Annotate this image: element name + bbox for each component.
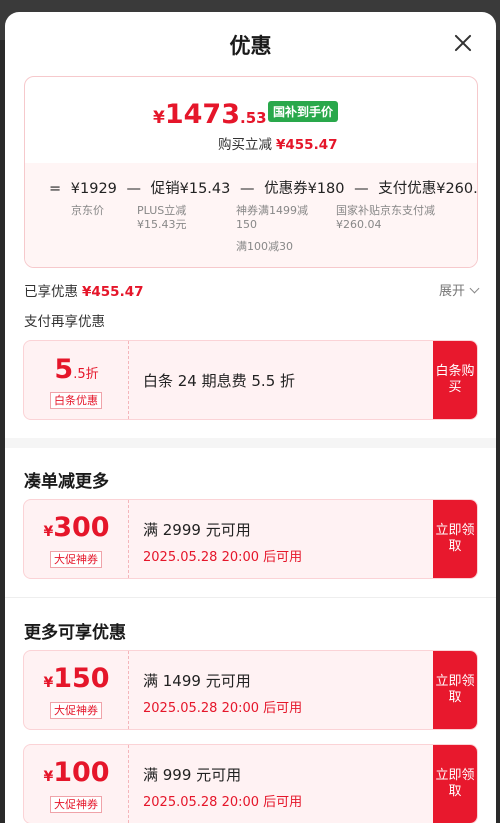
pay-again-label: 支付再享优惠 [24, 314, 105, 330]
coupon-currency: ¥ [43, 769, 54, 785]
formula-minus: — [354, 181, 369, 197]
coupon-chip: 大促神券 [50, 702, 102, 719]
formula-equals: = [49, 181, 62, 197]
coupon-value: 100 [53, 757, 110, 788]
price-formula: = ¥1929 — 促销¥15.43 — 优惠券¥180 — 支付优惠¥260.… [49, 177, 478, 198]
coupon-time: 2025.05.28 20:00 后可用 [143, 550, 303, 565]
formula-minus: — [239, 181, 255, 197]
coupon-note: 神券满1499减 150 满100减30 [236, 204, 308, 254]
sheet-header: 优惠 [5, 12, 496, 74]
coupon-title: 满 2999 元可用 [143, 521, 251, 539]
baitiao-title: 白条 24 期息费 5.5 折 [143, 372, 296, 390]
close-icon[interactable] [452, 32, 474, 54]
pay-note: 国家补贴京东支付减 ¥260.04 [336, 204, 435, 232]
section-title-more-reduction: 凑单减更多 [24, 472, 109, 492]
expand-label: 展开 [438, 284, 465, 299]
coupon-info: 满 1499 元可用 2025.05.28 20:00 后可用 [129, 651, 433, 729]
reduction-amount: ¥455.47 [276, 137, 338, 153]
coupon-amount: ¥100 [24, 757, 129, 788]
expand-toggle[interactable]: 展开 [438, 280, 480, 299]
formula-jd-price: ¥1929 [70, 181, 117, 197]
section-title-more-offers: 更多可享优惠 [24, 623, 126, 643]
coupon-value: 300 [53, 512, 110, 543]
baitiao-discount: 5.5折 [24, 354, 129, 385]
formula-area: = ¥1929 — 促销¥15.43 — 优惠券¥180 — 支付优惠¥260.… [25, 163, 478, 267]
coupon-currency: ¥ [43, 675, 54, 691]
baitiao-discount-unit: .5折 [73, 367, 99, 382]
claim-coupon-button[interactable]: 立即领取 [433, 745, 477, 823]
formula-coupon: 优惠券¥180 [264, 181, 345, 197]
jd-price-label: 京东价 [71, 204, 104, 217]
coupon-chip: 大促神券 [50, 796, 102, 813]
coupon-time: 2025.05.28 20:00 后可用 [143, 701, 303, 716]
formula-promo: 促销¥15.43 [150, 181, 231, 197]
enjoyed-label: 已享优惠 [24, 284, 78, 300]
coupon-card: ¥100 大促神券 满 999 元可用 2025.05.28 20:00 后可用… [23, 744, 478, 823]
coupon-card: ¥150 大促神券 满 1499 元可用 2025.05.28 20:00 后可… [23, 650, 478, 730]
baitiao-discount-number: 5 [54, 354, 74, 385]
chevron-down-icon [469, 283, 480, 294]
coupon-note-line: 神券满1499减 [236, 204, 308, 217]
reduction-label: 购买立减 [218, 137, 272, 153]
baitiao-buy-button[interactable]: 白条购买 [433, 341, 477, 419]
promo-note-line: ¥15.43元 [137, 218, 187, 231]
final-price-decimal: .53 [240, 109, 267, 127]
sheet-title: 优惠 [229, 34, 272, 58]
coupon-info: 满 2999 元可用 2025.05.28 20:00 后可用 [129, 500, 433, 578]
coupon-title: 满 1499 元可用 [143, 672, 251, 690]
coupon-amount: ¥300 [24, 512, 129, 543]
enjoyed-discount: 已享优惠 ¥455.47 [24, 280, 144, 300]
enjoyed-amount: ¥455.47 [82, 284, 144, 300]
baitiao-info: 白条 24 期息费 5.5 折 [129, 341, 433, 419]
subsidy-price-badge: 国补到手价 [268, 101, 339, 122]
coupon-left: ¥150 大促神券 [24, 651, 129, 729]
baitiao-left: 5.5折 白条优惠 [24, 341, 129, 419]
final-price: ¥1473.53 [153, 99, 267, 130]
divider-line [5, 597, 496, 598]
coupon-chip: 大促神券 [50, 551, 102, 568]
formula-pay: 支付优惠¥260.04 [378, 181, 478, 197]
formula-minus: — [126, 181, 142, 197]
section-divider [5, 438, 496, 448]
coupon-currency: ¥ [43, 524, 54, 540]
pay-note-line: ¥260.04 [336, 218, 382, 231]
coupon-note-line: 满100减30 [236, 240, 293, 253]
coupon-card: ¥300 大促神券 满 2999 元可用 2025.05.28 20:00 后可… [23, 499, 478, 579]
final-price-integer: 1473 [164, 99, 240, 130]
baitiao-offer: 5.5折 白条优惠 白条 24 期息费 5.5 折 白条购买 [23, 340, 478, 420]
claim-coupon-button[interactable]: 立即领取 [433, 500, 477, 578]
coupon-note-line: 150 [236, 218, 257, 231]
baitiao-chip: 白条优惠 [50, 392, 102, 409]
promo-note: PLUS立减 ¥15.43元 [137, 204, 187, 232]
coupon-time: 2025.05.28 20:00 后可用 [143, 795, 303, 810]
coupon-info: 满 999 元可用 2025.05.28 20:00 后可用 [129, 745, 433, 823]
coupon-left: ¥100 大促神券 [24, 745, 129, 823]
coupon-value: 150 [53, 663, 110, 694]
coupon-amount: ¥150 [24, 663, 129, 694]
price-breakdown-card: ¥1473.53 国补到手价 购买立减 ¥455.47 = ¥1929 — 促销¥… [24, 76, 478, 268]
discount-sheet: 优惠 ¥1473.53 国补到手价 购买立减 ¥455.47 = ¥1929 — … [5, 12, 496, 823]
pay-note-line: 国家补贴京东支付减 [336, 204, 435, 217]
coupon-title: 满 999 元可用 [143, 766, 242, 784]
coupon-left: ¥300 大促神券 [24, 500, 129, 578]
purchase-reduction: 购买立减 ¥455.47 [218, 133, 338, 153]
claim-coupon-button[interactable]: 立即领取 [433, 651, 477, 729]
promo-note-line: PLUS立减 [137, 204, 187, 217]
final-price-currency: ¥ [153, 108, 165, 128]
